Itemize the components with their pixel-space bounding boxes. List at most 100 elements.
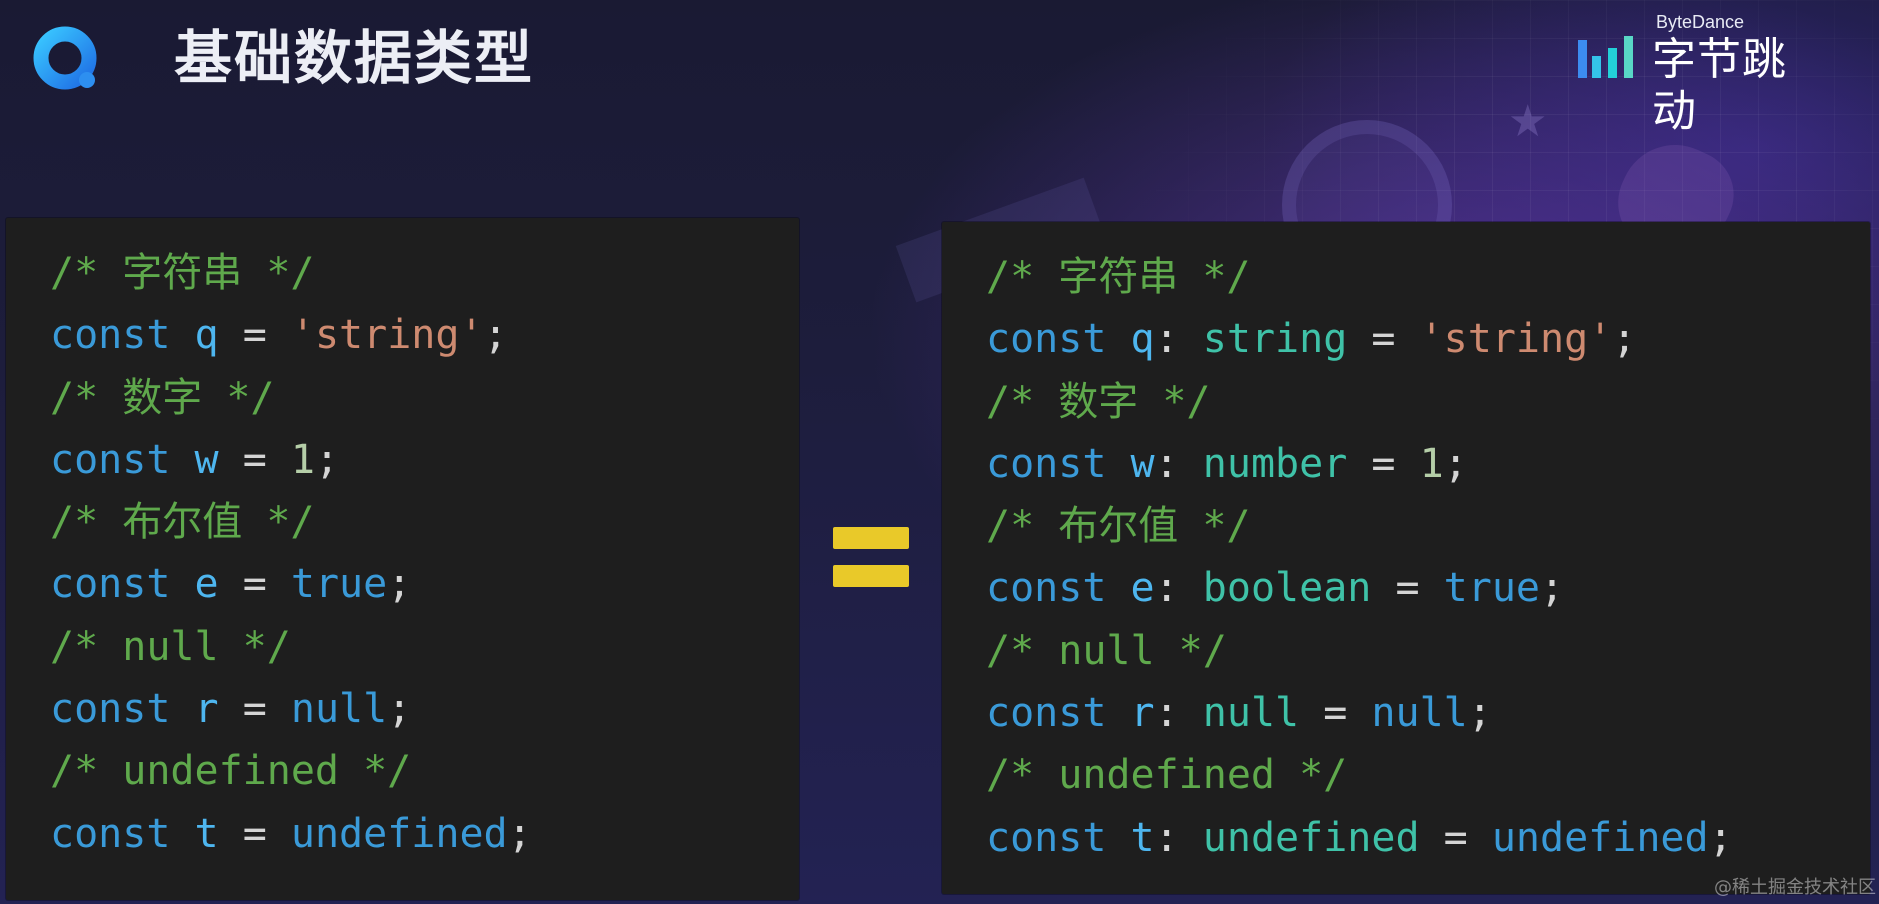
code-line: /* undefined */	[50, 740, 799, 802]
code-line: /* 数字 */	[986, 371, 1870, 433]
code-comment: /* null */	[986, 627, 1227, 674]
code-identifier: t	[194, 810, 219, 857]
code-keyword: const	[986, 565, 1107, 612]
code-keyword: const	[50, 436, 171, 483]
code-colon: :	[1154, 814, 1179, 861]
code-line: const t: undefined = undefined;	[986, 807, 1870, 869]
code-operator: =	[1371, 440, 1396, 487]
code-keyword: const	[986, 316, 1107, 363]
code-operator: =	[242, 810, 267, 857]
code-line: const e = true;	[50, 553, 799, 615]
code-semicolon: ;	[387, 686, 412, 733]
code-identifier: e	[1130, 565, 1155, 612]
code-line: const e: boolean = true;	[986, 557, 1870, 619]
code-line: /* 布尔值 */	[986, 495, 1870, 557]
code-comment: /* 布尔值 */	[50, 499, 315, 546]
code-operator: =	[242, 436, 267, 483]
code-comment: /* 字符串 */	[986, 254, 1251, 300]
code-value: true	[1443, 565, 1540, 612]
code-identifier: r	[194, 686, 219, 733]
code-operator: =	[1371, 316, 1396, 363]
code-keyword: const	[986, 690, 1107, 737]
code-line: const q: string = 'string';	[986, 308, 1870, 370]
code-identifier: t	[1130, 814, 1155, 861]
code-operator: =	[242, 686, 267, 733]
code-value: 1	[290, 436, 315, 483]
code-semicolon: ;	[1708, 814, 1733, 861]
code-semicolon: ;	[1539, 565, 1565, 612]
code-keyword: const	[50, 810, 171, 857]
code-colon: :	[1154, 440, 1179, 487]
code-operator: =	[242, 561, 267, 608]
watermark: @稀土掘金技术社区	[1714, 877, 1876, 898]
code-type-annotation: undefined	[1202, 814, 1420, 861]
code-semicolon: ;	[1467, 690, 1492, 737]
code-identifier: e	[194, 561, 219, 608]
code-line: const w = 1;	[50, 429, 799, 491]
equals-bar-top	[833, 527, 909, 549]
code-comment: /* 布尔值 */	[986, 503, 1251, 550]
code-type-annotation: boolean	[1202, 565, 1372, 612]
code-value: 1	[1419, 440, 1444, 487]
code-line: /* 字符串 */	[50, 242, 799, 304]
brand-name-en: ByteDance	[1656, 12, 1745, 32]
code-identifier: w	[194, 436, 219, 483]
code-comment: /* 数字 */	[986, 378, 1211, 425]
code-colon: :	[1154, 565, 1179, 612]
code-value: null	[290, 686, 388, 733]
code-type-annotation: number	[1202, 440, 1348, 487]
code-type-annotation: null	[1202, 690, 1300, 737]
code-semicolon: ;	[314, 436, 340, 483]
code-keyword: const	[986, 440, 1107, 487]
code-value: null	[1371, 690, 1468, 737]
bytedance-bars-icon	[1578, 36, 1633, 78]
code-line: /* null */	[986, 620, 1870, 682]
code-colon: :	[1154, 690, 1179, 737]
code-operator: =	[242, 312, 267, 359]
brand-name-cn: 字节跳动	[1652, 34, 1787, 137]
code-value: undefined	[1491, 814, 1709, 861]
code-comment: /* undefined */	[50, 748, 412, 795]
code-panel-javascript: /* 字符串 */ const q = 'string'; /* 数字 */ cons…	[6, 218, 799, 900]
code-keyword: const	[50, 561, 171, 608]
code-comment: /* 字符串 */	[50, 250, 315, 296]
code-line: /* 数字 */	[50, 367, 799, 429]
code-semicolon: ;	[387, 561, 412, 608]
code-colon: :	[1154, 316, 1179, 363]
quick-q-icon	[32, 24, 102, 94]
code-line: /* undefined */	[986, 744, 1870, 806]
code-identifier: q	[194, 312, 219, 359]
code-semicolon: ;	[1443, 440, 1468, 487]
code-operator: =	[1395, 565, 1420, 612]
code-panel-typescript: /* 字符串 */ const q: string = 'string'; /* 数…	[942, 222, 1870, 894]
code-line: /* 布尔值 */	[50, 491, 799, 553]
equals-sign-icon	[833, 527, 909, 587]
code-comment: /* null */	[50, 623, 291, 670]
code-identifier: w	[1130, 440, 1155, 487]
code-keyword: const	[50, 312, 171, 359]
code-operator: =	[1443, 814, 1468, 861]
code-line: /* null */	[50, 616, 799, 678]
code-line: const t = undefined;	[50, 803, 799, 865]
code-semicolon: ;	[507, 810, 532, 857]
code-line: const r: null = null;	[986, 682, 1870, 744]
code-line: /* 字符串 */	[986, 246, 1870, 308]
code-semicolon: ;	[1612, 316, 1637, 363]
code-line: const w: number = 1;	[986, 433, 1870, 495]
code-comment: /* undefined */	[986, 752, 1348, 799]
code-value: true	[290, 561, 388, 608]
code-value: 'string'	[290, 312, 484, 359]
code-semicolon: ;	[483, 312, 508, 359]
code-identifier: q	[1130, 316, 1155, 363]
code-value: undefined	[290, 810, 508, 857]
code-line: const q = 'string';	[50, 304, 799, 366]
code-value: 'string'	[1419, 316, 1613, 363]
code-operator: =	[1323, 690, 1348, 737]
code-keyword: const	[986, 814, 1107, 861]
code-keyword: const	[50, 686, 171, 733]
page-title: 基础数据类型	[174, 24, 535, 92]
bytedance-logo: ByteDance 字节跳动	[1578, 12, 1828, 137]
code-line: const r = null;	[50, 678, 799, 740]
code-type-annotation: string	[1202, 316, 1348, 363]
star-icon: ★	[1508, 96, 1548, 147]
